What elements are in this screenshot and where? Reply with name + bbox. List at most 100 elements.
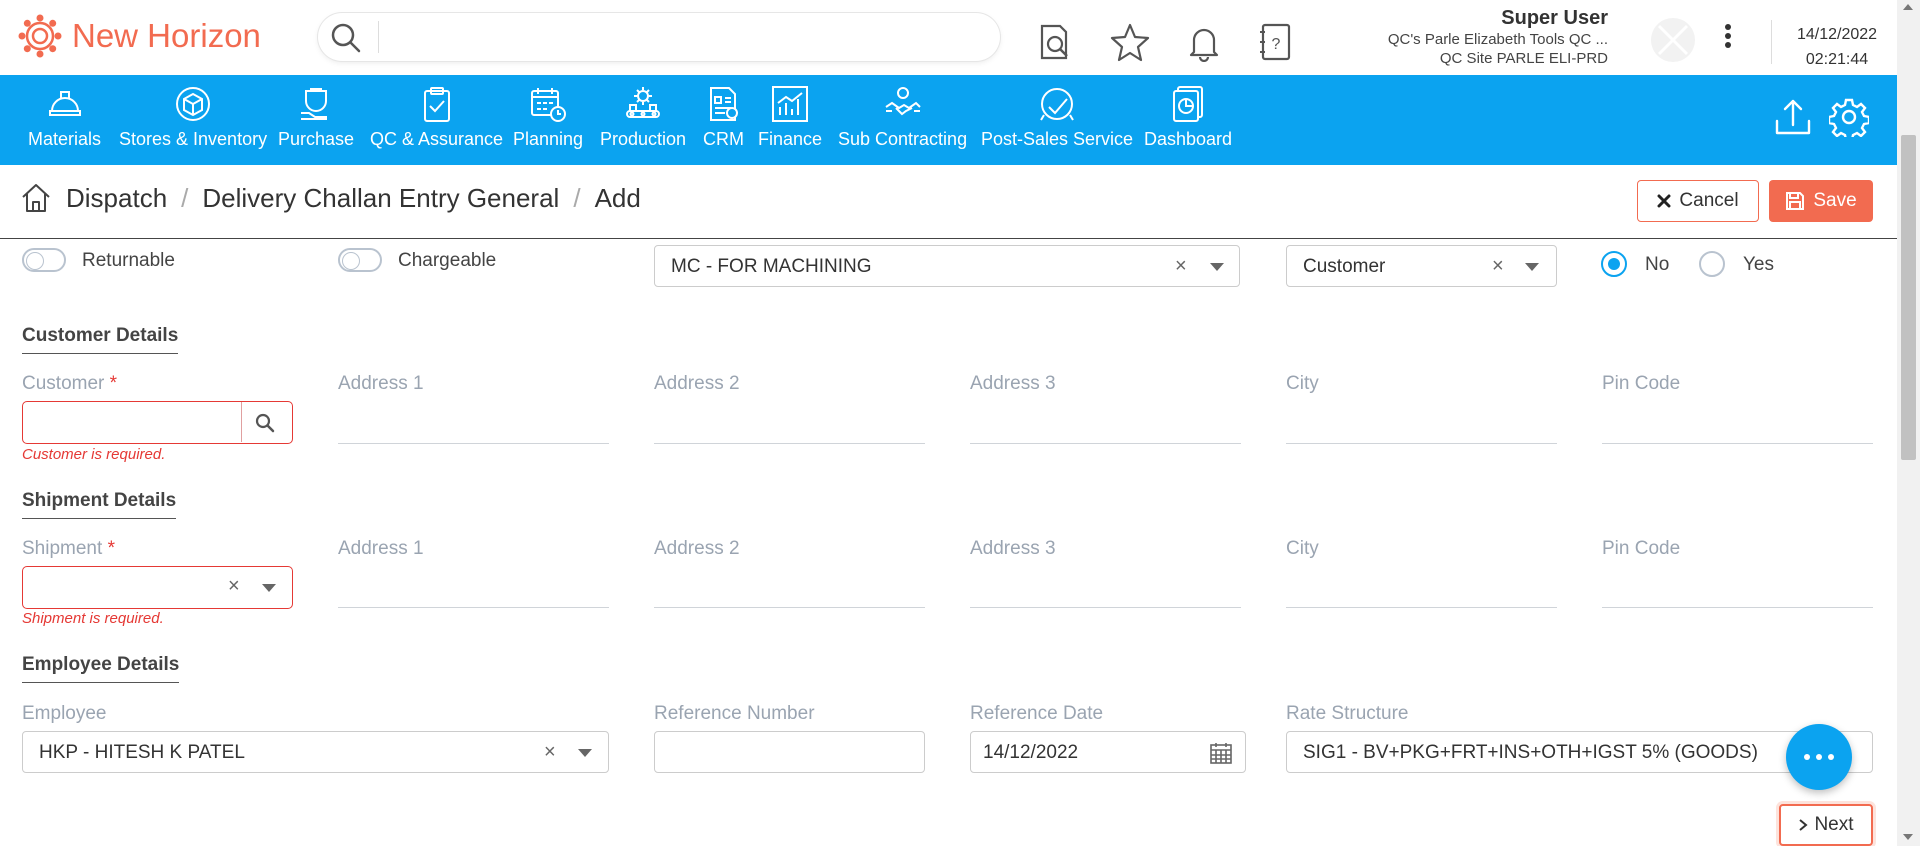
breadcrumb-item-page[interactable]: Delivery Challan Entry General [202,183,559,214]
chargeable-toggle[interactable] [338,248,382,272]
search-input[interactable] [388,21,978,53]
close-icon [1657,194,1671,208]
rate-structure-select[interactable]: SIG1 - BV+PKG+FRT+INS+OTH+IGST 5% (GOODS… [1286,731,1873,773]
nav-label: Dashboard [1144,129,1233,149]
customer-pin-field[interactable] [1602,443,1873,444]
dashboard-icon [1173,86,1204,122]
global-search[interactable] [318,13,1000,61]
shipment-pin-field[interactable] [1602,607,1873,608]
save-button[interactable]: Save [1769,180,1873,222]
avatar[interactable] [1651,18,1695,62]
nav-item-qc-assurance[interactable]: QC & Assurance [370,75,503,165]
calendar-icon[interactable] [1209,741,1233,765]
upload-icon[interactable] [1773,97,1813,137]
help-book-icon[interactable]: ? [1256,22,1296,62]
chevron-down-icon[interactable] [578,749,592,757]
clear-icon[interactable]: × [544,741,556,764]
purchase-bag-icon [301,88,328,120]
clear-icon[interactable]: × [1175,255,1187,278]
party-type-select[interactable]: Customer × [1286,245,1557,287]
nav-item-stores-inventory[interactable]: Stores & Inventory [119,75,267,165]
nav-label: Finance [758,129,823,149]
shipment-address1-field[interactable] [338,607,609,608]
report-search-icon[interactable] [1036,22,1076,62]
customer-city-field[interactable] [1286,443,1557,444]
chevron-down-icon[interactable] [262,584,276,592]
nav-item-post-sales-service[interactable]: Post-Sales Service [981,75,1133,165]
shipment-address2-label: Address 2 [654,538,740,559]
customer-address3-label: Address 3 [970,373,1056,394]
home-icon[interactable] [20,182,52,214]
clear-icon[interactable]: × [1492,255,1504,278]
crm-doc-icon [709,87,738,121]
shipment-error: Shipment is required. [22,610,164,627]
customer-label: Customer * [22,373,117,395]
customer-address1-label: Address 1 [338,373,424,394]
shipment-pin-label: Pin Code [1602,538,1681,559]
radio-yes[interactable] [1699,251,1725,277]
breadcrumb-item-module[interactable]: Dispatch [66,183,167,214]
app-name: New Horizon [72,17,261,54]
scroll-up-arrow-icon[interactable] [1903,4,1913,10]
search-icon[interactable] [255,413,275,433]
returnable-toggle[interactable] [22,248,66,272]
radio-no[interactable] [1601,251,1627,277]
employee-select[interactable]: HKP - HITESH K PATEL × [22,731,609,773]
bar-chart-icon [772,86,809,122]
nav-item-planning[interactable]: Planning [513,75,583,165]
more-options-icon[interactable] [1722,22,1734,54]
cancel-button[interactable]: Cancel [1637,180,1759,222]
nav-item-sub-contracting[interactable]: Sub Contracting [838,75,967,165]
scroll-down-arrow-icon[interactable] [1903,834,1913,840]
svg-text:?: ? [1272,36,1281,53]
nav-item-finance[interactable]: Finance [758,75,822,165]
employee-value: HKP - HITESH K PATEL [39,742,245,763]
chevron-down-icon[interactable] [1525,263,1539,271]
clear-icon[interactable]: × [228,575,240,598]
logo-gear-icon [18,14,62,58]
date-time: 14/12/2022 02:21:44 [1782,22,1892,72]
next-button[interactable]: Next [1779,804,1873,846]
cancel-label: Cancel [1679,190,1739,211]
customer-input-divider [241,402,242,442]
customer-address3-field[interactable] [970,443,1241,444]
shipment-city-field[interactable] [1286,607,1557,608]
helmet-icon [48,91,81,116]
app-logo[interactable]: New Horizon [18,14,261,58]
next-label: Next [1814,814,1854,835]
search-icon[interactable] [330,22,362,54]
nav-item-purchase[interactable]: Purchase [278,75,354,165]
customer-address1-field[interactable] [338,443,609,444]
customer-address2-field[interactable] [654,443,925,444]
chat-button[interactable] [1786,724,1852,790]
shipment-label: Shipment * [22,538,115,560]
nav-label: Production [600,129,687,149]
purpose-select[interactable]: MC - FOR MACHINING × [654,245,1240,287]
chevron-right-icon [1799,819,1809,831]
breadcrumb: Dispatch / Delivery Challan Entry Genera… [20,182,641,214]
nav-item-materials[interactable]: Materials [28,75,101,165]
star-icon[interactable] [1110,22,1150,62]
reference-date-value: 14/12/2022 [983,742,1079,763]
shipment-address3-field[interactable] [970,607,1241,608]
nav-item-production[interactable]: Production [600,75,686,165]
header-divider [0,238,1897,239]
rate-structure-label: Rate Structure [1286,703,1409,724]
nav-item-dashboard[interactable]: Dashboard [1144,75,1232,165]
customer-details-title: Customer Details [22,325,179,354]
nav-item-crm[interactable]: CRM [703,75,744,165]
bell-icon[interactable] [1184,22,1224,62]
user-info[interactable]: Super User QC's Parle Elizabeth Tools QC… [1388,6,1608,68]
reference-date-input[interactable]: 14/12/2022 [970,731,1246,773]
page-scrollbar[interactable] [1897,0,1920,846]
shipment-select[interactable]: × [22,566,293,609]
scroll-thumb[interactable] [1901,135,1916,460]
shipment-address2-field[interactable] [654,607,925,608]
nav-label: QC & Assurance [370,129,504,149]
chevron-down-icon[interactable] [1210,263,1224,271]
customer-input[interactable] [22,401,293,444]
box-icon [176,87,211,121]
settings-gear-icon[interactable] [1829,97,1869,137]
search-divider [378,21,379,53]
reference-number-input[interactable] [654,731,925,773]
